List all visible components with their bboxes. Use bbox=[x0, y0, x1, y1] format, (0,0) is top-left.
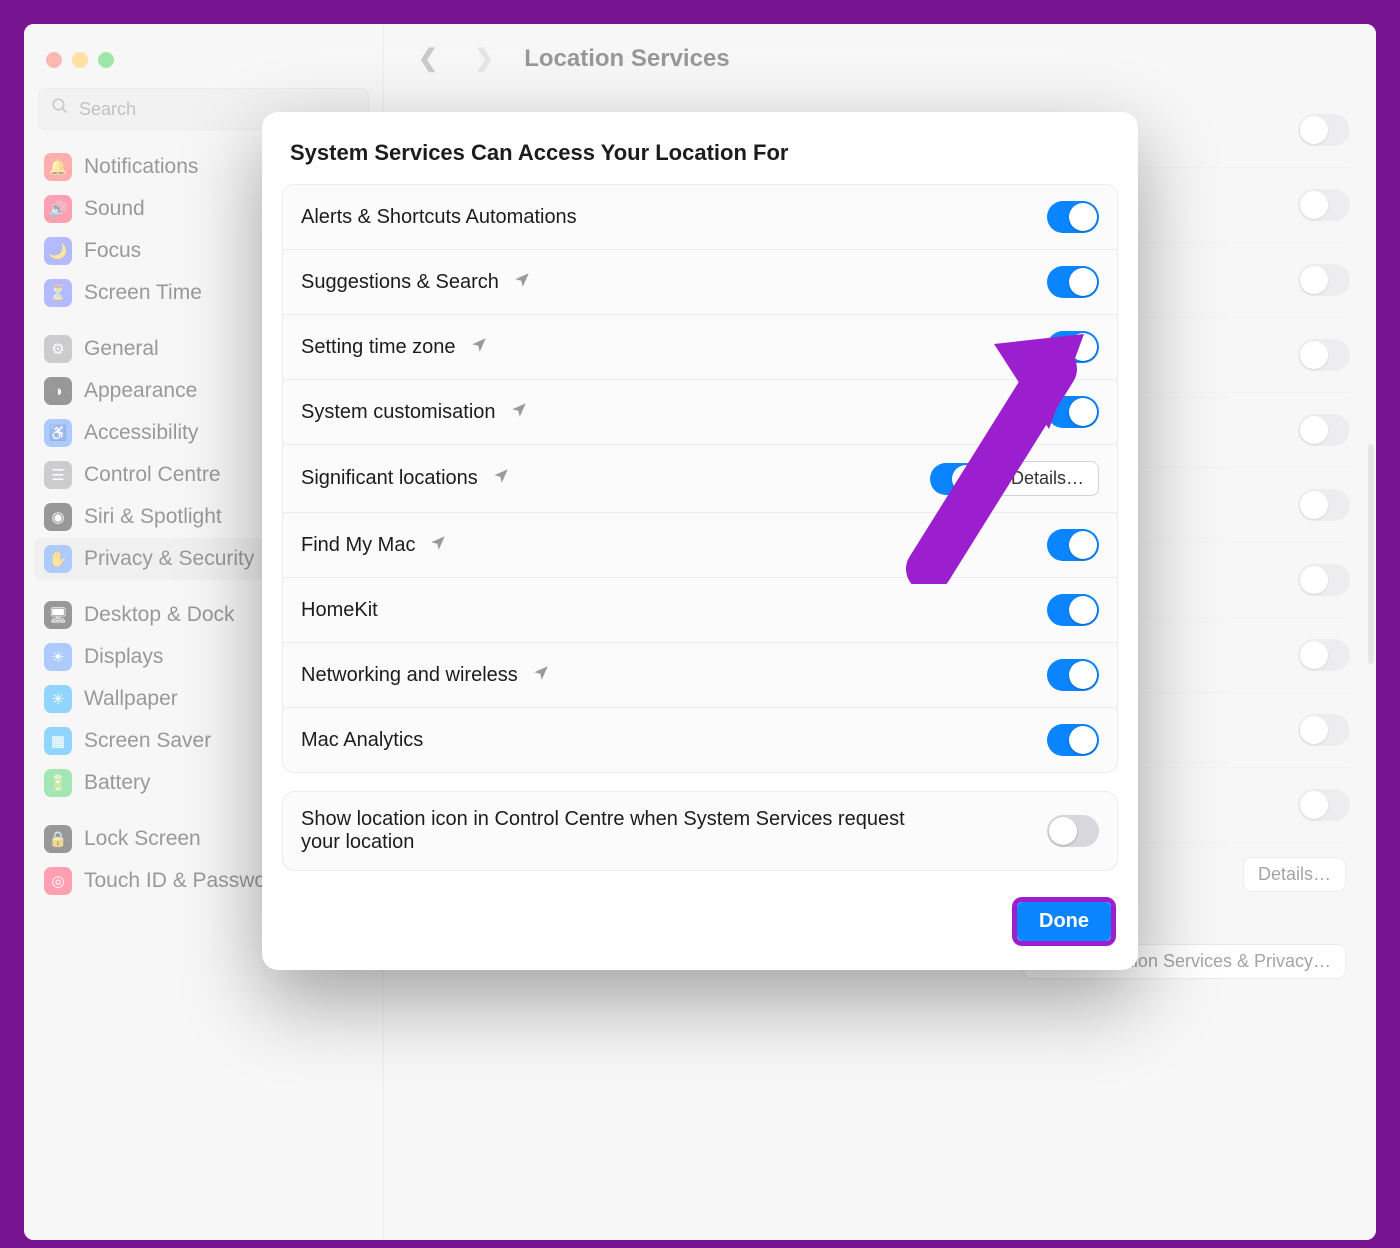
background-toggle[interactable] bbox=[1298, 789, 1350, 821]
system-services-sheet: System Services Can Access Your Location… bbox=[262, 112, 1138, 970]
sidebar-item-label: Displays bbox=[84, 645, 163, 669]
fullscreen-icon[interactable] bbox=[98, 52, 114, 68]
service-row-networking-and-wireless: Networking and wireless bbox=[283, 643, 1117, 708]
forward-button: ❯ bbox=[468, 44, 500, 73]
sidebar-item-label: Accessibility bbox=[84, 421, 198, 445]
close-icon[interactable] bbox=[46, 52, 62, 68]
location-arrow-icon bbox=[470, 336, 488, 359]
minimize-icon[interactable] bbox=[72, 52, 88, 68]
topbar: ❮ ❯ Location Services bbox=[384, 24, 1376, 93]
displays-icon: ☀ bbox=[44, 643, 72, 671]
service-label: Setting time zone bbox=[301, 336, 456, 359]
screensaver-icon: ▦ bbox=[44, 727, 72, 755]
gear-icon: ⚙ bbox=[44, 335, 72, 363]
background-toggle[interactable] bbox=[1298, 714, 1350, 746]
significant-locations-details-button[interactable]: Details… bbox=[996, 461, 1099, 496]
service-row-significant-locations: Significant locations Details… bbox=[283, 445, 1117, 513]
sidebar-item-label: Appearance bbox=[84, 379, 197, 403]
sheet-heading: System Services Can Access Your Location… bbox=[290, 140, 1116, 166]
location-arrow-icon bbox=[532, 664, 550, 687]
service-toggle[interactable] bbox=[1047, 659, 1099, 691]
sidebar-item-label: General bbox=[84, 337, 159, 361]
background-toggle[interactable] bbox=[1298, 339, 1350, 371]
service-label: Suggestions & Search bbox=[301, 271, 499, 294]
controlcentre-icon: ☰ bbox=[44, 461, 72, 489]
service-row-mac-analytics: Mac Analytics bbox=[283, 708, 1117, 772]
services-group: Alerts & Shortcuts Automations Suggestion… bbox=[282, 184, 1118, 773]
background-toggle[interactable] bbox=[1298, 414, 1350, 446]
sidebar-item-label: Screen Time bbox=[84, 281, 202, 305]
siri-icon: ◉ bbox=[44, 503, 72, 531]
lock-icon: 🔒 bbox=[44, 825, 72, 853]
service-row-alerts-shortcuts-automations: Alerts & Shortcuts Automations bbox=[283, 185, 1117, 250]
service-label: HomeKit bbox=[301, 599, 378, 622]
background-toggle[interactable] bbox=[1298, 564, 1350, 596]
service-toggle[interactable] bbox=[1047, 331, 1099, 363]
indicator-label: Show location icon in Control Centre whe… bbox=[301, 808, 941, 854]
sidebar-item-label: Battery bbox=[84, 771, 151, 795]
wallpaper-icon: ✳ bbox=[44, 685, 72, 713]
sidebar-item-label: Screen Saver bbox=[84, 729, 211, 753]
accessibility-icon: ♿ bbox=[44, 419, 72, 447]
search-icon bbox=[51, 97, 69, 121]
appearance-icon: ◑ bbox=[44, 377, 72, 405]
location-arrow-icon bbox=[492, 467, 510, 490]
location-arrow-icon bbox=[510, 401, 528, 424]
location-arrow-icon bbox=[429, 534, 447, 557]
back-button[interactable]: ❮ bbox=[412, 44, 444, 73]
sidebar-item-label: Notifications bbox=[84, 155, 198, 179]
sidebar-item-label: Sound bbox=[84, 197, 145, 221]
background-toggle[interactable] bbox=[1298, 489, 1350, 521]
service-label: Alerts & Shortcuts Automations bbox=[301, 206, 577, 229]
service-row-homekit: HomeKit bbox=[283, 578, 1117, 643]
window-controls bbox=[24, 34, 383, 82]
sidebar-item-label: Privacy & Security bbox=[84, 547, 254, 571]
done-highlight: Done bbox=[1012, 897, 1116, 946]
service-toggle[interactable] bbox=[930, 463, 982, 495]
moon-icon: 🌙 bbox=[44, 237, 72, 265]
background-toggle[interactable] bbox=[1298, 639, 1350, 671]
service-toggle[interactable] bbox=[1047, 594, 1099, 626]
done-button[interactable]: Done bbox=[1017, 902, 1111, 941]
indicator-toggle[interactable] bbox=[1047, 815, 1099, 847]
scrollbar[interactable] bbox=[1368, 444, 1374, 664]
background-toggle[interactable] bbox=[1298, 114, 1350, 146]
service-row-setting-time-zone: Setting time zone bbox=[283, 315, 1117, 380]
service-row-suggestions-search: Suggestions & Search bbox=[283, 250, 1117, 315]
details-button[interactable]: Details… bbox=[1243, 857, 1346, 892]
speaker-icon: 🔊 bbox=[44, 195, 72, 223]
page-title: Location Services bbox=[524, 45, 729, 73]
service-label: Mac Analytics bbox=[301, 729, 423, 752]
hand-icon: ✋ bbox=[44, 545, 72, 573]
battery-icon: 🔋 bbox=[44, 769, 72, 797]
service-label: System customisation bbox=[301, 401, 496, 424]
service-toggle[interactable] bbox=[1047, 201, 1099, 233]
indicator-group: Show location icon in Control Centre whe… bbox=[282, 791, 1118, 871]
service-label: Significant locations bbox=[301, 467, 478, 490]
service-toggle[interactable] bbox=[1047, 396, 1099, 428]
service-toggle[interactable] bbox=[1047, 724, 1099, 756]
service-row-find-my-mac: Find My Mac bbox=[283, 513, 1117, 578]
sidebar-item-label: Desktop & Dock bbox=[84, 603, 235, 627]
desktop-icon: 🖥 bbox=[44, 601, 72, 629]
service-toggle[interactable] bbox=[1047, 266, 1099, 298]
sidebar-item-label: Lock Screen bbox=[84, 827, 201, 851]
hourglass-icon: ⏳ bbox=[44, 279, 72, 307]
service-label: Networking and wireless bbox=[301, 664, 518, 687]
bell-icon: 🔔 bbox=[44, 153, 72, 181]
indicator-row: Show location icon in Control Centre whe… bbox=[283, 792, 1117, 870]
background-toggle[interactable] bbox=[1298, 189, 1350, 221]
sidebar-item-label: Focus bbox=[84, 239, 141, 263]
touchid-icon: ◎ bbox=[44, 867, 72, 895]
sidebar-item-label: Wallpaper bbox=[84, 687, 178, 711]
service-toggle[interactable] bbox=[1047, 529, 1099, 561]
service-row-system-customisation: System customisation bbox=[283, 380, 1117, 445]
sidebar-item-label: Control Centre bbox=[84, 463, 221, 487]
location-arrow-icon bbox=[513, 271, 531, 294]
sidebar-item-label: Touch ID & Password bbox=[84, 869, 285, 893]
background-toggle[interactable] bbox=[1298, 264, 1350, 296]
sidebar-item-label: Siri & Spotlight bbox=[84, 505, 222, 529]
service-label: Find My Mac bbox=[301, 534, 415, 557]
